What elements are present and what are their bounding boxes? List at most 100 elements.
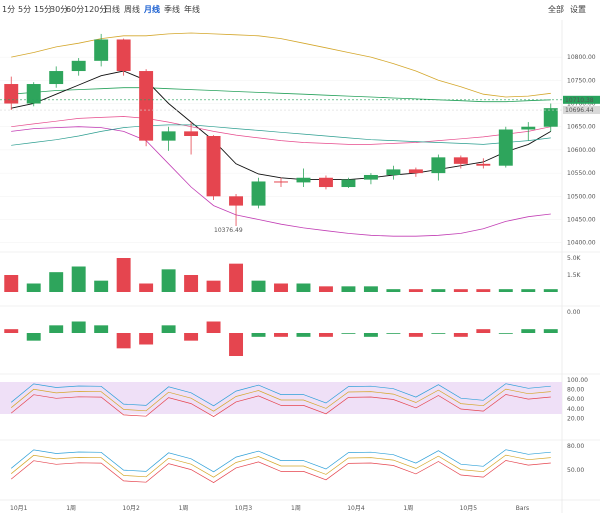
panel-0-bar-8 — [184, 275, 199, 292]
candle-body-2 — [49, 71, 64, 85]
panel-3-line-2 — [10, 449, 551, 473]
panel-0-bar-10 — [229, 263, 244, 292]
panel-2-axis-1: 80.00 — [567, 387, 584, 394]
panel-0-bar-17 — [386, 289, 401, 292]
panel-2-axis-4: 20.00 — [567, 415, 584, 422]
panel-0-bar-1 — [26, 283, 41, 292]
panel-1-bar-15 — [341, 333, 356, 334]
x-label-6: 10月4 — [347, 505, 365, 512]
panel-0-bar-15 — [341, 286, 356, 292]
candle-body-22 — [498, 129, 513, 166]
candle-body-6 — [139, 71, 154, 141]
panel-1-bar-20 — [453, 333, 468, 337]
panel-0-bar-16 — [363, 286, 378, 292]
panel-1-bar-10 — [229, 333, 244, 356]
x-label-1: 1周 — [66, 505, 76, 512]
price-flag-text-1: 10696.44 — [565, 107, 594, 114]
panel-2-axis-0: 100.00 — [567, 377, 588, 384]
x-label-2: 10月2 — [122, 505, 140, 512]
panel-1-bar-6 — [139, 333, 154, 345]
panel-1-bar-8 — [184, 333, 199, 341]
panel-0-bar-18 — [408, 289, 423, 292]
candle-body-16 — [363, 174, 378, 180]
candle-body-11 — [251, 181, 266, 206]
panel-0-bar-11 — [251, 280, 266, 292]
price-tick-4: 10600.00 — [567, 147, 596, 154]
panel-0-bar-20 — [453, 289, 468, 292]
price-tick-8: 10400.00 — [567, 240, 596, 247]
panel-3-line-0 — [10, 460, 551, 484]
candle-body-13 — [296, 177, 311, 183]
panel-0-axis-0: 5.0K — [567, 255, 582, 262]
panel-1-bar-12 — [274, 333, 288, 337]
panel-3-line-1 — [10, 454, 551, 478]
panel-0-bar-12 — [274, 283, 288, 292]
price-tick-3: 10650.00 — [567, 124, 596, 131]
panel-3-axis-1: 50.00 — [567, 467, 584, 474]
candle-body-1 — [26, 84, 41, 104]
panel-1-bar-5 — [116, 333, 131, 349]
panel-1-bar-4 — [94, 325, 109, 333]
candle-body-15 — [341, 179, 356, 188]
panel-1-bar-19 — [431, 333, 446, 334]
panel-0-axis-1: 1.5K — [567, 272, 582, 279]
x-label-4: 10月3 — [235, 505, 253, 512]
panel-2-axis-2: 60.00 — [567, 396, 584, 403]
panel-0-bar-14 — [318, 286, 333, 292]
panel-0-bar-19 — [431, 289, 446, 292]
x-label-5: 1周 — [291, 505, 301, 512]
x-label-0: 10月1 — [10, 505, 28, 512]
stock-chart: 10800.0010750.0010700.0010650.0010600.00… — [0, 20, 600, 513]
x-label-8: 10月5 — [460, 505, 478, 512]
price-tick-1: 10750.00 — [567, 77, 596, 84]
panel-1-bar-1 — [26, 333, 41, 341]
candle-body-17 — [386, 169, 401, 175]
panel-1-bar-16 — [363, 333, 378, 337]
panel-0-bar-6 — [139, 283, 154, 292]
candle-body-19 — [431, 157, 446, 174]
panel-0-bar-4 — [94, 280, 109, 292]
panel-1-axis-0: 0.00 — [567, 309, 581, 316]
panel-1-bar-23 — [521, 329, 536, 333]
candle-body-5 — [116, 39, 131, 72]
panel-0-bar-7 — [161, 269, 176, 292]
x-label-3: 1周 — [179, 505, 189, 512]
panel-0-bar-24 — [543, 289, 558, 292]
panel-1-bar-2 — [49, 325, 64, 333]
candle-body-3 — [71, 60, 86, 72]
panel-1-bar-14 — [318, 333, 333, 337]
panel-0-bar-5 — [116, 258, 131, 292]
candle-body-14 — [318, 177, 333, 188]
panel-0-bar-9 — [206, 280, 221, 292]
panel-1-bar-7 — [161, 325, 176, 333]
panel-0-bar-0 — [4, 275, 19, 292]
price-tick-7: 10450.00 — [567, 217, 596, 224]
panel-3-axis-0: 80.00 — [567, 443, 584, 450]
candle-body-24 — [543, 108, 558, 127]
candle-body-8 — [184, 131, 199, 136]
panel-1-bar-3 — [71, 321, 86, 333]
candle-body-20 — [453, 157, 468, 164]
low-price-annotation: 10376.49 — [214, 227, 243, 234]
panel-2-axis-3: 40.00 — [567, 406, 584, 413]
panel-1-bar-13 — [296, 333, 311, 337]
panel-1-bar-9 — [206, 321, 221, 333]
x-label-7: 1周 — [403, 505, 413, 512]
candle-body-0 — [4, 84, 19, 104]
panel-0-bar-23 — [521, 289, 536, 292]
panel-0-bar-13 — [296, 283, 311, 292]
panel-1-bar-0 — [4, 329, 19, 333]
kdj-band — [0, 382, 562, 414]
candle-body-23 — [521, 126, 536, 130]
candle-body-12 — [274, 181, 288, 183]
panel-0-bar-22 — [498, 289, 513, 292]
panel-1-bar-24 — [543, 329, 558, 333]
candle-body-7 — [161, 131, 176, 141]
panel-1-bar-17 — [386, 333, 401, 334]
candle-body-4 — [94, 39, 109, 61]
panel-0-bar-2 — [49, 272, 64, 292]
panel-1-bar-22 — [498, 333, 513, 334]
panel-0-bar-21 — [476, 289, 491, 292]
price-tick-5: 10550.00 — [567, 170, 596, 177]
price-flag-text-0: 10710.38 — [565, 97, 594, 104]
